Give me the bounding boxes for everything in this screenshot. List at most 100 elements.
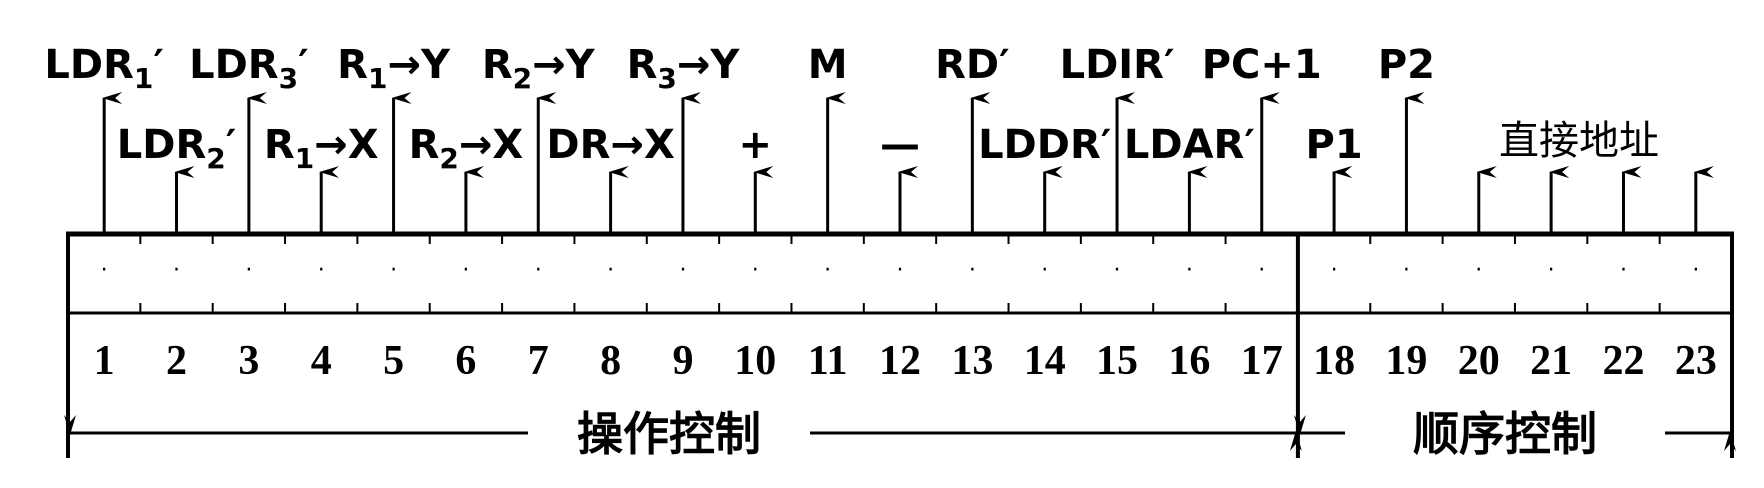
bit-cell-dot: · bbox=[752, 258, 759, 283]
bit-number: 11 bbox=[808, 338, 848, 384]
bit-cell-dot: · bbox=[173, 258, 180, 283]
signal-label: + bbox=[739, 122, 773, 168]
bit-cell-dot: · bbox=[607, 258, 614, 283]
signal-subscript: 3 bbox=[657, 62, 676, 95]
signal-name: R bbox=[627, 42, 658, 88]
signal-subscript: 1 bbox=[368, 62, 387, 95]
signal-label: — bbox=[880, 122, 920, 168]
signal-label: R1→Y bbox=[337, 42, 451, 95]
bit-number: 20 bbox=[1458, 338, 1500, 384]
bit-cell-dot: · bbox=[897, 258, 904, 283]
signal-label: R2→Y bbox=[482, 42, 596, 95]
signal-name: R bbox=[337, 42, 368, 88]
signal-name: LDDR′ bbox=[978, 122, 1111, 168]
signal-subscript: 3 bbox=[279, 62, 298, 95]
direct-address-label: 直接地址 bbox=[1499, 118, 1659, 164]
signal-name: DR→X bbox=[546, 122, 675, 168]
bit-numbers: 1 2 3 4 5 6 7 8 9 10 11 12 13 14 15 16 17 18 19 20 21 22 23 bbox=[94, 338, 1717, 384]
signal-name: RD′ bbox=[935, 42, 1010, 88]
bit-cell-dot: · bbox=[1475, 258, 1482, 283]
signal-name: LDR bbox=[117, 122, 207, 168]
signal-label: LDR3′ bbox=[189, 42, 309, 95]
bit-number: 1 bbox=[94, 338, 115, 384]
signal-name: R bbox=[264, 122, 295, 168]
bit-number: 12 bbox=[879, 338, 921, 384]
signal-label: R2→X bbox=[409, 122, 524, 175]
bit-cell-dot: · bbox=[969, 258, 976, 283]
bit-cell-dot: · bbox=[1041, 258, 1048, 283]
signal-name: LDR bbox=[44, 42, 134, 88]
signal-subscript: 2 bbox=[439, 142, 458, 175]
operation-control-label: 操作控制 bbox=[577, 407, 761, 461]
signal-label: LDDR′ bbox=[978, 122, 1111, 168]
bit-cell-dot: · bbox=[1331, 258, 1338, 283]
bit-cell-dot: · bbox=[1403, 258, 1410, 283]
signal-subscript: 1 bbox=[134, 62, 153, 95]
signal-name: P1 bbox=[1306, 122, 1363, 168]
bit-cell-dot: · bbox=[535, 258, 542, 283]
signal-label: DR→X bbox=[546, 122, 675, 168]
bit-number: 3 bbox=[238, 338, 259, 384]
signal-label: LDR2′ bbox=[117, 122, 237, 175]
signal-name: + bbox=[739, 122, 773, 168]
signal-suffix: →Y bbox=[532, 42, 596, 88]
signal-suffix: ′ bbox=[153, 42, 164, 88]
signal-label: PC+1 bbox=[1202, 42, 1322, 88]
signal-label: LDIR′ bbox=[1060, 42, 1175, 88]
signal-suffix: →X bbox=[314, 122, 379, 168]
bit-cell-dot: · bbox=[462, 258, 469, 283]
bit-cell-dot: · bbox=[1692, 258, 1699, 283]
bit-cell-dot: · bbox=[1258, 258, 1265, 283]
bit-cell-dot: · bbox=[245, 258, 252, 283]
signal-suffix: ′ bbox=[226, 122, 237, 168]
signal-label: R1→X bbox=[264, 122, 379, 175]
signal-name: R bbox=[482, 42, 513, 88]
signal-suffix: →X bbox=[459, 122, 524, 168]
signal-subscript: 2 bbox=[513, 62, 532, 95]
bit-number: 13 bbox=[951, 338, 993, 384]
bit-cell-dot: · bbox=[1114, 258, 1121, 283]
signal-name: R bbox=[409, 122, 440, 168]
signal-label: R3→Y bbox=[627, 42, 741, 95]
bit-number: 19 bbox=[1385, 338, 1427, 384]
sequence-control-label: 顺序控制 bbox=[1413, 407, 1597, 461]
bit-number: 18 bbox=[1313, 338, 1355, 384]
bit-number: 10 bbox=[734, 338, 776, 384]
bit-number: 23 bbox=[1675, 338, 1717, 384]
signal-label: RD′ bbox=[935, 42, 1010, 88]
signal-label: P2 bbox=[1378, 42, 1435, 88]
bit-number: 8 bbox=[600, 338, 621, 384]
bit-cell-dot: · bbox=[1186, 258, 1193, 283]
signal-name: LDR bbox=[189, 42, 279, 88]
bit-number: 5 bbox=[383, 338, 404, 384]
signal-label: P1 bbox=[1306, 122, 1363, 168]
signal-label: M bbox=[808, 42, 848, 88]
bit-number: 22 bbox=[1602, 338, 1644, 384]
signal-label: LDAR′ bbox=[1124, 122, 1255, 168]
bit-cell-dot: · bbox=[101, 258, 108, 283]
signal-name: PC+1 bbox=[1202, 42, 1322, 88]
bit-cell-dot: · bbox=[824, 258, 831, 283]
signal-suffix: →Y bbox=[677, 42, 741, 88]
bit-cell-dot: · bbox=[1548, 258, 1555, 283]
signal-name: LDAR′ bbox=[1124, 122, 1255, 168]
bit-number: 4 bbox=[311, 338, 332, 384]
bit-number: 7 bbox=[528, 338, 549, 384]
signal-label: LDR1′ bbox=[44, 42, 164, 95]
bit-cell-dot: · bbox=[1620, 258, 1627, 283]
bit-cell-dot: · bbox=[679, 258, 686, 283]
signal-subscript: 1 bbox=[295, 142, 314, 175]
bit-number: 6 bbox=[455, 338, 476, 384]
microinstruction-format-diagram: · · · · · · · · · · · · · · · · · · · · · · · LDR1′LDR2′LDR3′R… bbox=[44, 42, 1736, 461]
bit-cell-dot: · bbox=[390, 258, 397, 283]
control-signals: LDR1′LDR2′LDR3′R1→XR1→YR2→XR2→YDR→XR3→Y+… bbox=[44, 42, 1714, 232]
signal-suffix: →Y bbox=[387, 42, 451, 88]
signal-name: M bbox=[808, 42, 848, 88]
bit-number: 15 bbox=[1096, 338, 1138, 384]
bit-number: 16 bbox=[1168, 338, 1210, 384]
signal-suffix: ′ bbox=[298, 42, 309, 88]
bit-number: 9 bbox=[672, 338, 693, 384]
signal-name: — bbox=[880, 122, 920, 168]
signal-name: LDIR′ bbox=[1060, 42, 1175, 88]
signal-subscript: 2 bbox=[206, 142, 225, 175]
